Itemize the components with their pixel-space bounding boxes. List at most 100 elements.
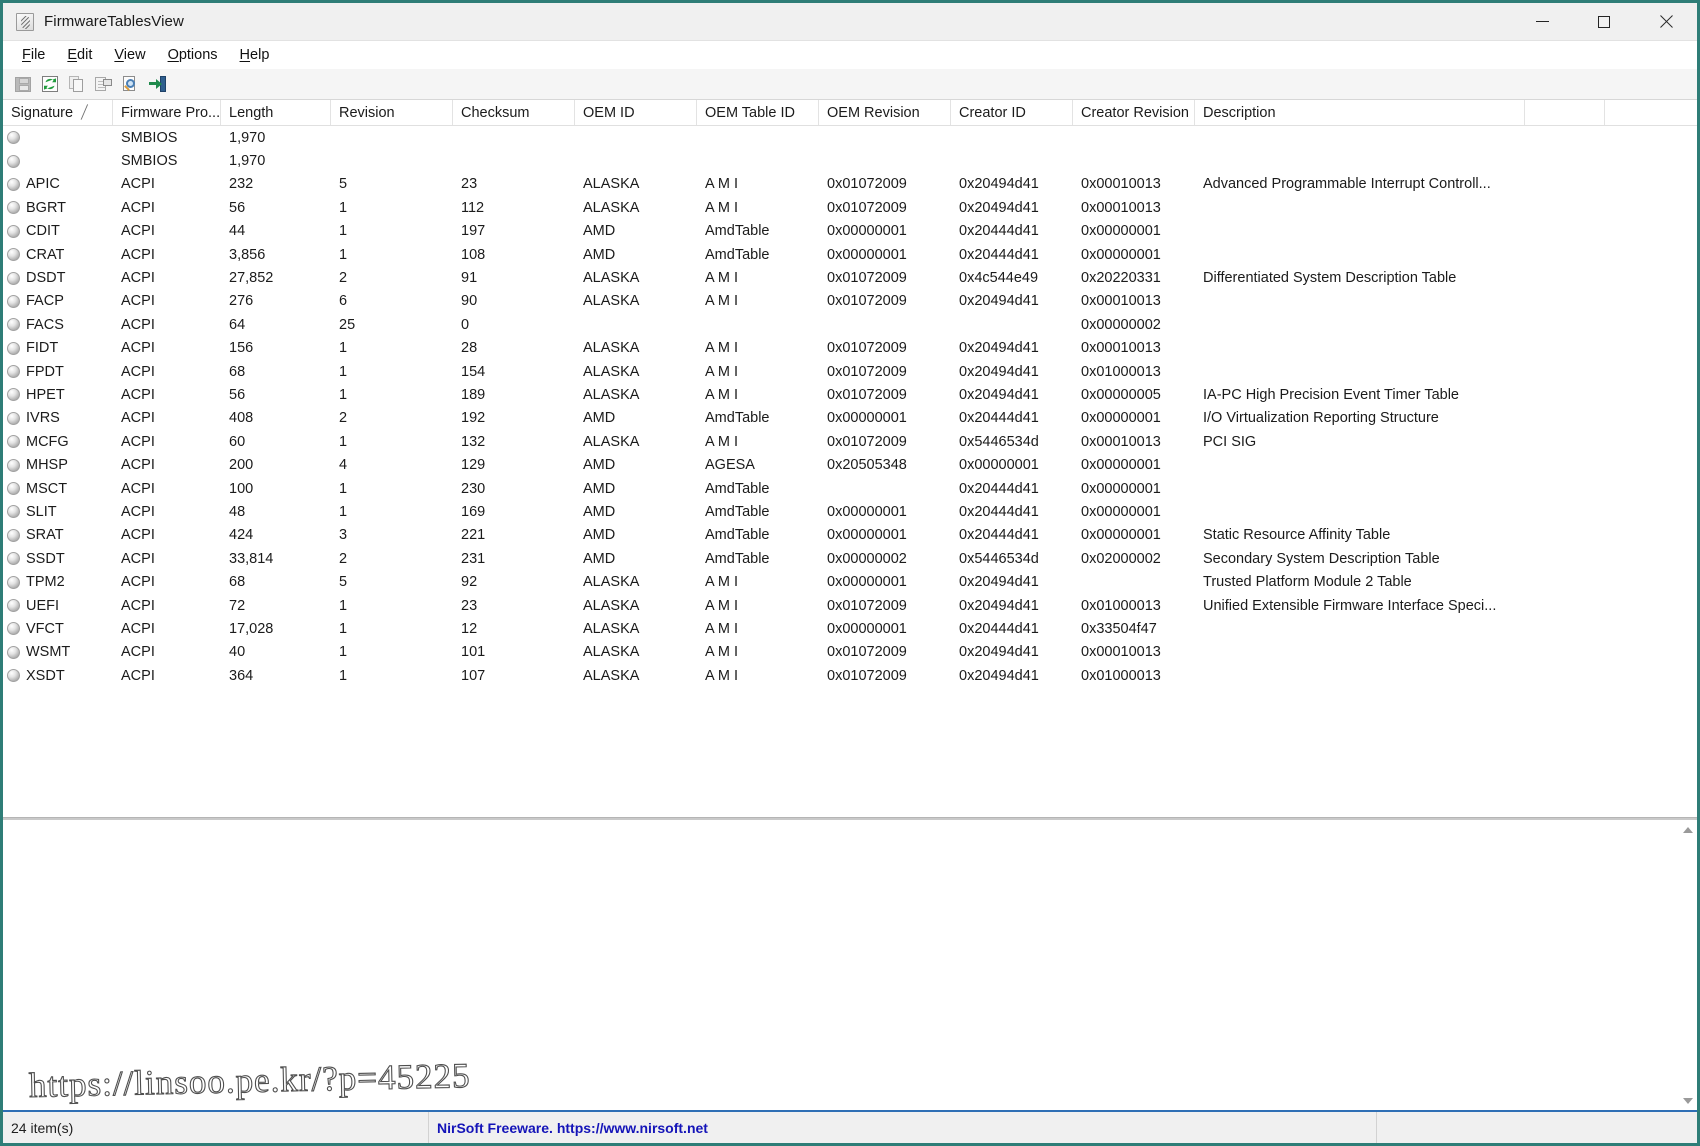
table-row[interactable]: SMBIOS 1,970 [3,126,1697,149]
cell-signature-label: FACS [26,316,64,333]
table-row[interactable]: TPM2 ACPI 68 5 92 ALASKA A M I 0x00000001 0x2049… [3,570,1697,593]
column-header-creator-revision[interactable]: Creator Revision [1073,100,1195,125]
column-header-revision[interactable]: Revision [331,100,453,125]
cell-signature-label: UEFI [26,597,60,614]
column-header-filler [1525,100,1605,125]
cell-checksum: 197 [461,223,486,240]
status-credit[interactable]: NirSoft Freeware. https://www.nirsoft.ne… [429,1112,1377,1143]
cell-signature: FACS [3,317,113,333]
cell-signature: FIDT [3,340,113,356]
cell-oem-revision: 0x00000001 [827,410,907,427]
refresh-button[interactable] [38,73,61,95]
table-row[interactable]: FPDT ACPI 68 1 154 ALASKA A M I 0x01072009 0x204… [3,360,1697,383]
column-header-checksum[interactable]: Checksum [453,100,575,125]
cell-creator-revision: 0x00000005 [1081,386,1161,403]
cell-provider: ACPI [121,270,155,287]
cell-creator-id: 0x20444d41 [959,410,1039,427]
table-row[interactable]: SMBIOS 1,970 [3,149,1697,172]
cell-length: 1,970 [229,129,266,146]
cell-creator-id: 0x20444d41 [959,246,1039,263]
table-row[interactable]: MHSP ACPI 200 4 129 AMD AGESA 0x20505348 0x00000… [3,453,1697,476]
cell-oem-table-id: AmdTable [705,223,770,240]
cell-checksum: 91 [461,270,478,287]
cell-oem-revision: 0x00000001 [827,620,907,637]
table-row[interactable]: DSDT ACPI 27,852 2 91 ALASKA A M I 0x01072009 0x… [3,266,1697,289]
column-header-signature[interactable]: Signature ╱ [3,100,113,125]
cell-signature-label: MSCT [26,480,68,497]
cell-creator-revision: 0x33504f47 [1081,620,1157,637]
menu-file[interactable]: File [11,44,56,66]
table-entry-icon [7,458,20,472]
scroll-up-button[interactable] [1678,820,1697,839]
table-row[interactable]: VFCT ACPI 17,028 1 12 ALASKA A M I 0x00000001 0x… [3,617,1697,640]
menu-edit[interactable]: Edit [56,44,103,66]
cell-oem-revision: 0x01072009 [827,667,907,684]
cell-checksum: 169 [461,503,486,520]
column-header-creator-id[interactable]: Creator ID [951,100,1073,125]
table-row[interactable]: FIDT ACPI 156 1 28 ALASKA A M I 0x01072009 0x204… [3,337,1697,360]
cell-length: 156 [229,340,254,357]
cell-signature: MSCT [3,481,113,497]
cell-length: 56 [229,199,246,216]
menu-options[interactable]: Options [157,44,229,66]
html-report-button[interactable] [119,73,142,95]
exit-button[interactable] [146,73,169,95]
column-header-firmware-provider[interactable]: Firmware Pro... [113,100,221,125]
table-row[interactable]: CRAT ACPI 3,856 1 108 AMD AmdTable 0x00000001 0x… [3,243,1697,266]
cell-oem-table-id: A M I [705,597,739,614]
column-header-description[interactable]: Description [1195,100,1525,125]
table-row[interactable]: UEFI ACPI 72 1 23 ALASKA A M I 0x01072009 0x2049… [3,594,1697,617]
table-row[interactable]: XSDT ACPI 364 1 107 ALASKA A M I 0x01072009 0x20… [3,664,1697,687]
cell-revision: 2 [339,550,348,567]
table-row[interactable]: SRAT ACPI 424 3 221 AMD AmdTable 0x00000001 0x20… [3,524,1697,547]
cell-length: 3,856 [229,246,266,263]
cell-provider: ACPI [121,480,155,497]
table-entry-icon [7,365,20,379]
cell-description: Advanced Programmable Interrupt Controll… [1203,176,1491,193]
cell-revision: 4 [339,457,348,474]
copy-button[interactable] [65,73,88,95]
table-row[interactable]: IVRS ACPI 408 2 192 AMD AmdTable 0x00000001 0x20… [3,407,1697,430]
cell-signature: SSDT [3,551,113,567]
cell-revision: 1 [339,597,348,614]
cell-oem-table-id: AmdTable [705,480,770,497]
table-row[interactable]: SSDT ACPI 33,814 2 231 AMD AmdTable 0x00000002 0… [3,547,1697,570]
menu-view[interactable]: View [103,44,156,66]
cell-revision: 1 [339,363,348,380]
cell-creator-id: 0x20494d41 [959,574,1039,591]
table-row[interactable]: MSCT ACPI 100 1 230 AMD AmdTable 0x20444d41 0x00… [3,477,1697,500]
table-row[interactable]: FACS ACPI 64 25 0 0x00000002 [3,313,1697,336]
cell-oem-id: AMD [583,480,616,497]
column-header-length[interactable]: Length [221,100,331,125]
column-header-oem-table-id[interactable]: OEM Table ID [697,100,819,125]
cell-length: 48 [229,503,246,520]
table-row[interactable]: FACP ACPI 276 6 90 ALASKA A M I 0x01072009 0x204… [3,290,1697,313]
table-row[interactable]: WSMT ACPI 40 1 101 ALASKA A M I 0x01072009 0x204… [3,641,1697,664]
cell-signature-label: MCFG [26,433,69,450]
cell-description: Secondary System Description Table [1203,550,1440,567]
table-entry-icon [7,575,20,589]
detail-pane-scrollbar[interactable] [1677,820,1697,1110]
table-row[interactable]: HPET ACPI 56 1 189 ALASKA A M I 0x01072009 0x204… [3,383,1697,406]
save-button[interactable] [11,73,34,95]
cell-signature: FACP [3,293,113,309]
close-button[interactable] [1635,3,1697,40]
minimize-button[interactable] [1511,3,1573,40]
table-row[interactable]: SLIT ACPI 48 1 169 AMD AmdTable 0x00000001 0x204… [3,500,1697,523]
properties-button[interactable] [92,73,115,95]
table-row[interactable]: APIC ACPI 232 5 23 ALASKA A M I 0x01072009 0x204… [3,173,1697,196]
scroll-down-button[interactable] [1678,1091,1697,1110]
table-row[interactable]: BGRT ACPI 56 1 112 ALASKA A M I 0x01072009 0x204… [3,196,1697,219]
cell-creator-id: 0x00000001 [959,457,1039,474]
cell-signature: XSDT [3,668,113,684]
cell-signature: HPET [3,387,113,403]
maximize-button[interactable] [1573,3,1635,40]
cell-oem-table-id: A M I [705,270,739,287]
column-header-oem-revision[interactable]: OEM Revision [819,100,951,125]
table-row[interactable]: MCFG ACPI 60 1 132 ALASKA A M I 0x01072009 0x544… [3,430,1697,453]
menu-help[interactable]: Help [229,44,281,66]
table-row[interactable]: CDIT ACPI 44 1 197 AMD AmdTable 0x00000001 0x204… [3,220,1697,243]
cell-description: Static Resource Affinity Table [1203,527,1391,544]
status-item-count: 24 item(s) [3,1112,429,1143]
column-header-oem-id[interactable]: OEM ID [575,100,697,125]
